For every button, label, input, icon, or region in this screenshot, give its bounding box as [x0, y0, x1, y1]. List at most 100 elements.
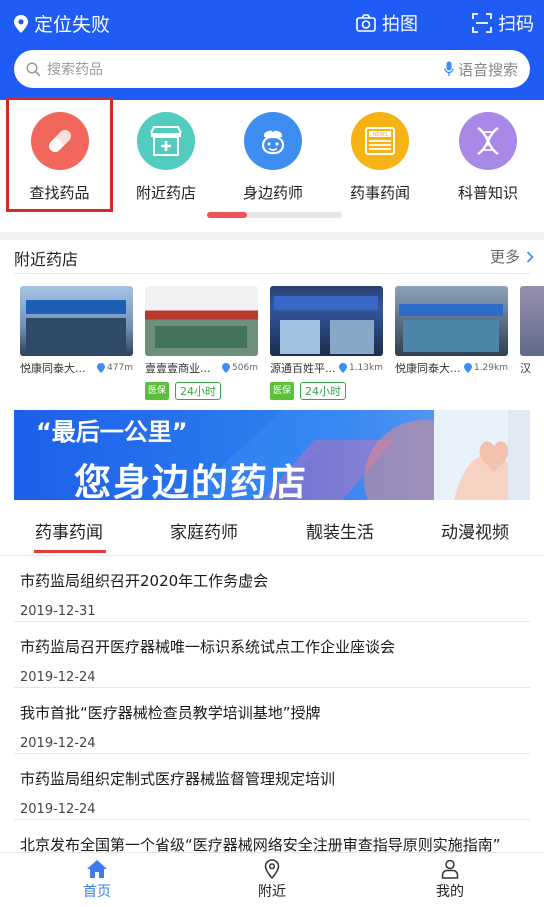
nav-home[interactable]: 首页: [47, 859, 147, 901]
store-card[interactable]: 壹壹壹商业... 506m 医保 24小时: [145, 286, 258, 400]
news-title: 市药监局组织定制式医疗器械监督管理规定培训: [20, 770, 336, 788]
store-name: 悦康同泰大...: [395, 362, 461, 375]
news-title: 市药监局召开医疗器械唯一标识系统试点工作企业座谈会: [20, 638, 396, 656]
bottom-nav: 首页 附近 我的: [0, 852, 544, 907]
user-icon: [441, 859, 459, 879]
news-title: 市药监局组织召开2020年工作务虚会: [20, 572, 269, 590]
more-label: 更多: [489, 248, 520, 266]
store-distance-value: 1.13km: [348, 363, 383, 373]
location-pin-icon: [14, 14, 28, 33]
scan-label: 扫码: [498, 14, 534, 35]
store-photo: [270, 286, 383, 356]
category-pharma-news[interactable]: NEWS 药事药闻: [330, 112, 430, 203]
home-icon: [87, 860, 107, 878]
store-card[interactable]: 汉: [520, 286, 544, 376]
store-distance-value: 1.29km: [473, 363, 508, 373]
24h-badge: 24小时: [300, 382, 347, 400]
voice-search-button[interactable]: 语音搜索: [444, 59, 518, 80]
tab-family-pharmacist[interactable]: 家庭药师: [170, 518, 238, 543]
voice-search-label: 语音搜索: [457, 60, 518, 79]
location-pin-icon: [338, 363, 347, 373]
news-list: 市药监局组织召开2020年工作务虚会 2019-12-31 市药监局召开医疗器械…: [14, 556, 530, 886]
search-bar[interactable]: 搜索药品 语音搜索: [14, 50, 530, 88]
microphone-icon: [444, 61, 454, 76]
news-item[interactable]: 市药监局组织定制式医疗器械监督管理规定培训 2019-12-24: [14, 754, 530, 820]
news-icon: NEWS: [351, 112, 409, 170]
location-pin-icon: [463, 363, 472, 373]
pill-icon: [30, 112, 89, 170]
store-photo: [520, 286, 544, 356]
app-header: 定位失败 拍图 扫码 搜索药品 语音搜索: [0, 0, 544, 100]
banner-headline: 您身边的药店: [74, 461, 308, 500]
24h-badge: 24小时: [175, 382, 222, 400]
news-item[interactable]: 我市首批“医疗器械检查员教学培训基地”授牌 2019-12-24: [14, 688, 530, 754]
store-distance-value: 477m: [107, 363, 133, 373]
location-label: 定位失败: [34, 14, 111, 36]
scan-icon: [472, 13, 492, 33]
location-pin-icon: [222, 363, 231, 373]
camera-icon: [356, 14, 376, 32]
news-item[interactable]: 市药监局召开医疗器械唯一标识系统试点工作企业座谈会 2019-12-24: [14, 622, 530, 688]
news-item[interactable]: 市药监局组织召开2020年工作务虚会 2019-12-31: [14, 556, 530, 622]
nearby-stores-header: 附近药店 更多: [0, 240, 544, 274]
insurance-badge: 医保: [270, 382, 295, 400]
section-divider: [0, 232, 544, 240]
banner-quote: “最后一公里”: [36, 418, 188, 446]
location-pin-icon: [97, 363, 106, 373]
news-title: 我市首批“医疗器械检查员教学培训基地”授牌: [20, 704, 321, 722]
store-photo: [145, 286, 258, 356]
category-nearby-pharmacist[interactable]: 身边药师: [223, 112, 323, 203]
tab-animation-video[interactable]: 动漫视频: [441, 518, 509, 543]
pharmacy-store-icon: [137, 112, 195, 170]
more-stores-link[interactable]: 更多: [490, 246, 534, 267]
divider: [14, 273, 530, 274]
store-photo: [20, 286, 133, 356]
category-label: 身边药师: [242, 184, 303, 202]
category-label: 附近药店: [135, 184, 196, 202]
scan-button[interactable]: 扫码: [472, 10, 534, 36]
store-distance: 506m: [222, 363, 258, 373]
insurance-badge: 医保: [145, 382, 170, 400]
store-card[interactable]: 悦康同泰大... 477m: [20, 286, 133, 376]
nav-home-label: 首页: [83, 884, 111, 900]
category-scroll-indicator-fill: [207, 212, 247, 218]
nearby-stores-carousel[interactable]: 悦康同泰大... 477m 壹壹壹商业... 506m 医保 24小时 源通百姓…: [0, 280, 544, 400]
store-name: 汉: [520, 362, 531, 375]
category-label: 药事药闻: [349, 184, 410, 202]
photo-search-button[interactable]: 拍图: [356, 10, 418, 36]
dna-icon: [459, 112, 517, 170]
category-scroll-indicator: [207, 212, 342, 218]
store-name: 源通百姓平...: [270, 362, 336, 375]
nav-profile[interactable]: 我的: [400, 859, 500, 901]
pharmacist-icon: [244, 112, 302, 170]
search-input[interactable]: 搜索药品: [47, 59, 444, 79]
location-pin-icon: [264, 859, 280, 879]
chevron-right-icon: [526, 250, 534, 263]
store-card[interactable]: 悦康同泰大... 1.29km: [395, 286, 508, 376]
location-button[interactable]: 定位失败: [14, 10, 110, 37]
store-card[interactable]: 源通百姓平... 1.13km 医保 24小时: [270, 286, 383, 400]
active-tab-underline: [34, 550, 106, 553]
store-distance-value: 506m: [232, 363, 258, 373]
news-date: 2019-12-24: [20, 802, 96, 817]
store-name: 壹壹壹商业...: [145, 362, 211, 375]
tab-beauty-life[interactable]: 靓装生活: [306, 518, 374, 543]
store-name: 悦康同泰大...: [20, 362, 86, 375]
nav-nearby-label: 附近: [258, 884, 286, 900]
nav-nearby[interactable]: 附近: [222, 859, 322, 901]
tab-pharma-news[interactable]: 药事药闻: [35, 518, 103, 543]
news-date: 2019-12-24: [20, 736, 96, 751]
news-tabs: 药事药闻 家庭药师 靓装生活 动漫视频: [0, 502, 544, 556]
store-photo: [395, 286, 508, 356]
search-icon: [26, 61, 41, 76]
store-distance: 1.13km: [338, 363, 383, 373]
news-date: 2019-12-31: [20, 604, 96, 619]
promo-banner[interactable]: “最后一公里” 您身边的药店: [14, 410, 530, 500]
category-nearby-pharmacy[interactable]: 附近药店: [116, 112, 216, 203]
store-distance: 1.29km: [463, 363, 508, 373]
category-find-medicine[interactable]: 查找药品: [6, 97, 113, 212]
category-science-knowledge[interactable]: 科普知识: [438, 112, 538, 203]
nav-profile-label: 我的: [436, 884, 464, 900]
news-date: 2019-12-24: [20, 670, 96, 685]
nearby-stores-title: 附近药店: [14, 250, 79, 269]
